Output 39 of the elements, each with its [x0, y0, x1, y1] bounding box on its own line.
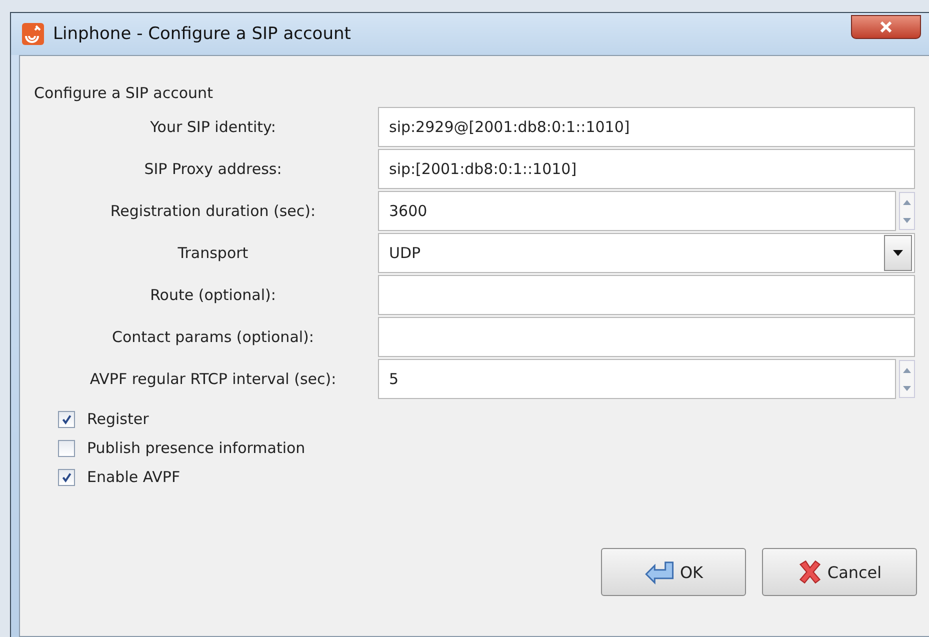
input-field[interactable] — [378, 275, 915, 315]
field-label: Your SIP identity: — [149, 117, 277, 138]
cross-icon — [797, 559, 824, 585]
field-label: AVPF regular RTCP interval (sec): — [88, 369, 338, 390]
app-icon — [21, 22, 45, 46]
spin-field[interactable]: 5 — [378, 359, 896, 399]
close-button[interactable] — [851, 15, 921, 39]
checkbox[interactable] — [58, 468, 75, 486]
checkbox-label[interactable]: Register — [87, 410, 149, 428]
cancel-button[interactable]: Cancel — [762, 548, 917, 596]
spin-buttons[interactable] — [899, 192, 915, 230]
transport-dropdown[interactable]: UDP — [378, 233, 915, 273]
check-icon — [61, 472, 72, 482]
down-arrow-icon — [903, 218, 911, 222]
down-arrow-icon — [903, 386, 911, 390]
field-label: Registration duration (sec): — [109, 201, 317, 222]
check-icon — [61, 414, 72, 424]
return-arrow-icon — [644, 559, 676, 585]
checkbox[interactable] — [58, 410, 75, 428]
input-field[interactable] — [378, 317, 915, 357]
window-title: Linphone - Configure a SIP account — [53, 24, 352, 44]
field-label: SIP Proxy address: — [143, 159, 283, 180]
input-field[interactable]: sip:[2001:db8:0:1::1010] — [378, 149, 915, 189]
caret-icon — [893, 250, 903, 256]
checkbox-label[interactable]: Enable AVPF — [87, 468, 180, 486]
input-field[interactable]: sip:2929@[2001:db8:0:1::1010] — [378, 107, 915, 147]
ok-button[interactable]: OK — [601, 548, 746, 596]
field-label: Route (optional): — [149, 285, 277, 306]
dropdown-button[interactable] — [884, 235, 912, 271]
checkbox[interactable] — [58, 440, 75, 456]
up-arrow-icon — [903, 200, 911, 204]
field-label: Transport — [176, 243, 250, 264]
field-label: Contact params (optional): — [111, 327, 315, 348]
section-title: Configure a SIP account — [34, 84, 214, 102]
up-arrow-icon — [903, 368, 911, 372]
checkbox-label[interactable]: Publish presence information — [87, 439, 306, 457]
spin-field[interactable]: 3600 — [378, 191, 896, 231]
close-icon — [879, 20, 893, 34]
spin-buttons[interactable] — [899, 360, 915, 398]
